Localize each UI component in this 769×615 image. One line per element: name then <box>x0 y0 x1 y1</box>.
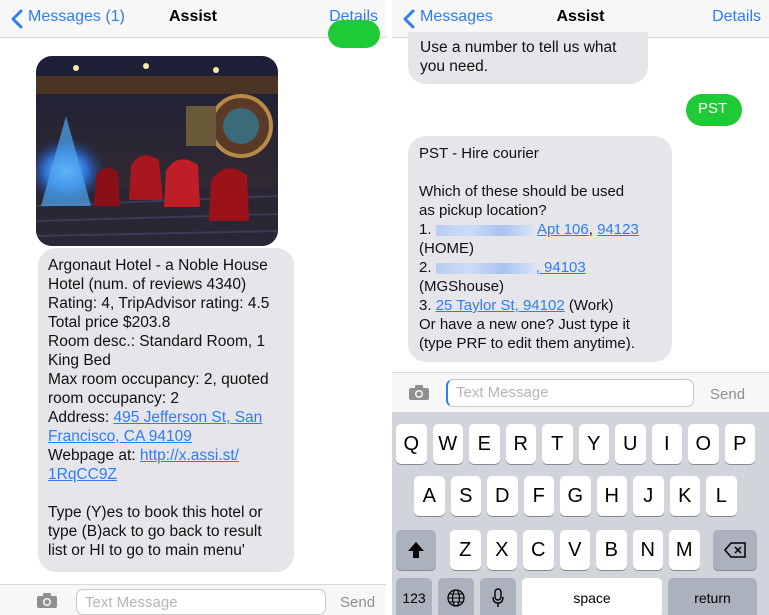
back-button[interactable]: Messages <box>420 8 493 26</box>
letter-key[interactable]: F <box>523 476 554 516</box>
hotel-line: Room desc.: Standard Room, 1 <box>48 333 266 350</box>
message-text-field[interactable]: Text Message <box>76 589 326 615</box>
microphone-icon <box>492 588 504 607</box>
booking-instructions: Type (Y)es to book this hotel or type (B… <box>48 504 263 559</box>
previous-message-text: Use a number to tell us what you need. <box>420 39 617 75</box>
shift-key[interactable] <box>396 530 436 570</box>
address-link[interactable]: 495 Jefferson St, San <box>113 409 262 426</box>
webpage-link[interactable]: http://x.assi.st/ <box>140 447 239 464</box>
hotel-line: room occupancy: 2 <box>48 390 179 407</box>
backspace-key[interactable] <box>713 530 757 570</box>
dictation-key[interactable] <box>480 578 516 615</box>
redacted-address <box>435 262 536 274</box>
globe-icon <box>447 589 465 607</box>
left-phone-screen: Messages (1) Assist Details Argonaut Hot… <box>0 0 386 615</box>
hotel-line: Max room occupancy: 2, quoted <box>48 371 269 388</box>
letter-key[interactable]: G <box>560 476 591 516</box>
separator: , <box>588 221 598 238</box>
letter-key[interactable]: J <box>633 476 664 516</box>
letter-key[interactable]: X <box>486 530 517 570</box>
back-button[interactable]: Messages (1) <box>28 8 125 26</box>
details-button[interactable]: Details <box>712 8 761 26</box>
option-3-tag: (Work) <box>564 297 614 314</box>
pickup-location-message: PST - Hire courier Which of these should… <box>408 136 672 362</box>
sent-bubble-partial <box>328 20 380 48</box>
send-button[interactable]: Send <box>340 594 375 611</box>
shift-arrow-icon <box>408 542 424 558</box>
letter-key[interactable]: Y <box>578 424 609 464</box>
option-number: 3. <box>419 297 436 314</box>
letter-key[interactable]: R <box>505 424 536 464</box>
address-link[interactable]: Francisco, CA 94109 <box>48 427 284 446</box>
hotel-line: Hotel (num. of reviews 4340) <box>48 276 247 293</box>
sent-message: PST <box>686 94 742 126</box>
letter-key[interactable]: Z <box>450 530 481 570</box>
chevron-left-icon[interactable] <box>10 9 24 29</box>
address-label: Address: <box>48 409 114 426</box>
letter-key[interactable]: K <box>669 476 700 516</box>
letter-key[interactable]: P <box>724 424 755 464</box>
option-1-zip-link[interactable]: 94123 <box>597 221 639 238</box>
hotel-details-message: Argonaut Hotel - a Noble House Hotel (nu… <box>38 248 294 572</box>
return-key[interactable]: return <box>668 578 757 615</box>
option-2-address-link[interactable]: , 94103 <box>536 259 586 276</box>
letter-key[interactable]: W <box>432 424 463 464</box>
letter-key[interactable]: O <box>688 424 719 464</box>
letter-key[interactable]: D <box>487 476 518 516</box>
hotel-line: Argonaut Hotel - a Noble House <box>48 257 268 274</box>
message-input-bar: Text Message Send <box>0 584 386 615</box>
camera-icon[interactable] <box>36 593 58 609</box>
letter-key[interactable]: B <box>596 530 627 570</box>
hotel-line: Total price $203.8 <box>48 314 171 331</box>
letter-key[interactable]: S <box>450 476 481 516</box>
letter-key[interactable]: A <box>414 476 445 516</box>
letter-key[interactable]: Q <box>396 424 427 464</box>
space-key[interactable]: space <box>522 578 662 615</box>
previous-message: Use a number to tell us what you need. <box>408 32 648 84</box>
letter-key[interactable]: L <box>706 476 737 516</box>
numbers-key[interactable]: 123 <box>396 578 432 615</box>
pickup-outro: Or have a new one? Just type it (type PR… <box>419 316 635 352</box>
hotel-lobby-image <box>36 56 278 246</box>
option-1-tag: (HOME) <box>419 240 474 257</box>
letter-key[interactable]: N <box>632 530 663 570</box>
webpage-link[interactable]: 1RqCC9Z <box>48 465 284 484</box>
right-phone-screen: Messages Assist Details Use a number to … <box>392 0 769 615</box>
hotel-photo[interactable] <box>36 56 278 246</box>
pickup-intro: PST - Hire courier Which of these should… <box>419 145 625 219</box>
globe-key[interactable] <box>438 578 474 615</box>
message-input-bar: Text Message Send <box>392 372 769 412</box>
webpage-label: Webpage at: <box>48 447 140 464</box>
option-1-address-link[interactable]: Apt 106 <box>537 221 589 238</box>
letter-key[interactable]: C <box>523 530 554 570</box>
hotel-line: King Bed <box>48 352 111 369</box>
letter-key[interactable]: E <box>469 424 500 464</box>
message-text-field[interactable]: Text Message <box>446 379 694 407</box>
letter-key[interactable]: H <box>596 476 627 516</box>
sent-message-text: PST <box>698 100 728 117</box>
send-button[interactable]: Send <box>710 386 745 403</box>
option-number: 2. <box>419 259 436 276</box>
chevron-left-icon[interactable] <box>402 9 416 29</box>
keyboard: QWERTYUIOP ASDFGHJKL ZXCVBNM 123 space r… <box>392 412 769 615</box>
letter-key[interactable]: U <box>615 424 646 464</box>
backspace-icon <box>724 542 746 558</box>
hotel-line: Rating: 4, TripAdvisor rating: 4.5 <box>48 295 270 312</box>
letter-key[interactable]: M <box>669 530 700 570</box>
letter-key[interactable]: I <box>651 424 682 464</box>
option-2-tag: (MGShouse) <box>419 278 505 295</box>
option-3-address-link[interactable]: 25 Taylor St, 94102 <box>436 297 565 314</box>
letter-key[interactable]: T <box>542 424 573 464</box>
letter-key[interactable]: V <box>559 530 590 570</box>
redacted-address <box>435 224 534 236</box>
camera-icon[interactable] <box>408 385 430 401</box>
option-number: 1. <box>419 221 436 238</box>
